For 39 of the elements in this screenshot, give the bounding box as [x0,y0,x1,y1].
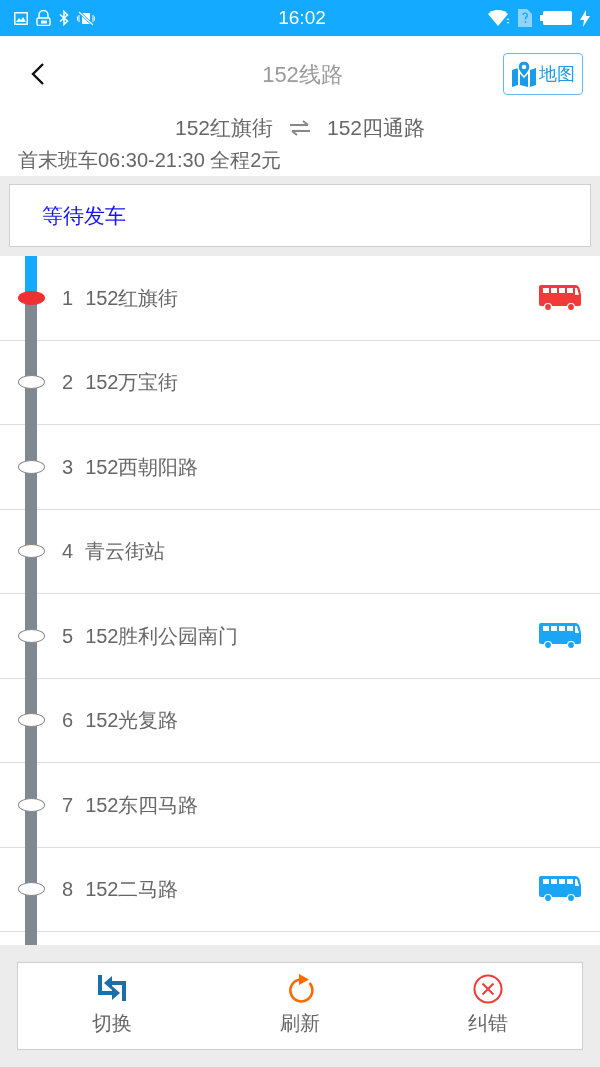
map-button[interactable]: 地图 [503,53,583,95]
back-icon [30,62,46,86]
vibrate-off-icon [77,10,95,26]
stop-number: 3 [62,454,74,480]
stop-name: 青云街站 [85,539,166,565]
charging-icon [580,9,590,27]
page-title: 152线路 [262,60,343,89]
refresh-button[interactable]: 刷新 [206,963,394,1049]
sim-card-icon [518,9,532,27]
switch-button[interactable]: 切换 [18,963,206,1049]
battery-icon [540,11,572,25]
schedule-fare-info: 首末班车06:30-21:30 全程2元 [18,149,282,171]
stop-name: 152二马路 [85,877,179,903]
swap-icon [289,120,311,136]
stop-name: 152红旗街 [85,285,179,311]
stop-name: 152万宝街 [85,370,179,396]
status-message: 等待发车 [42,202,126,229]
route-end: 152四通路 [327,115,426,142]
stop-number: 6 [62,708,74,734]
stop-name: 152西朝阳路 [85,454,199,480]
stop-number: 2 [62,370,74,396]
wifi-icon [488,10,510,26]
stop-name: 152光复路 [85,708,179,734]
stop-name: 152胜利公园南门 [85,623,239,649]
route-start: 152红旗街 [174,115,273,142]
lock-icon [36,10,51,26]
stop-number: 1 [62,285,74,311]
stop-number: 8 [62,877,74,903]
error-icon [473,974,503,1004]
switch-arrows-icon [96,974,128,1004]
bluetooth-icon [59,10,69,26]
report-button[interactable]: 纠错 [394,963,582,1049]
map-icon [511,61,537,87]
stop-number: 7 [62,792,74,818]
status-time: 16:02 [278,5,326,30]
image-icon [14,11,28,25]
stop-number: 4 [62,539,74,565]
stop-name: 152东四马路 [85,792,199,818]
stop-number: 5 [62,623,74,649]
